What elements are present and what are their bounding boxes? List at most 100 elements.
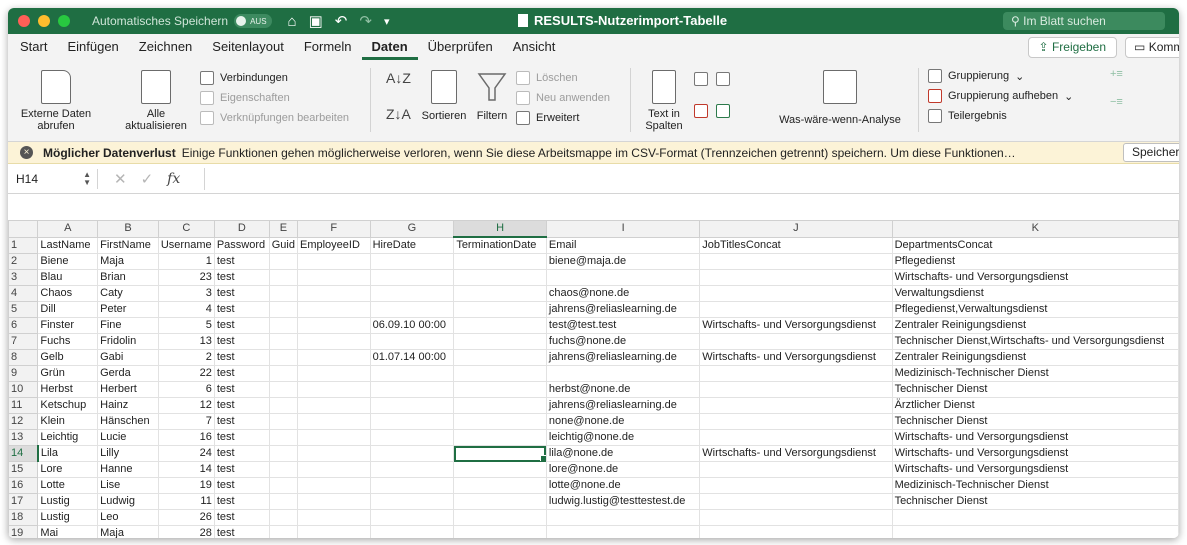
cell-f14[interactable] xyxy=(297,445,371,462)
cell-k1[interactable]: DepartmentsConcat xyxy=(891,236,1179,254)
cell-h1[interactable]: TerminationDate xyxy=(453,236,547,254)
cell-k2[interactable]: Pflegedienst xyxy=(891,253,1179,270)
cell-e17[interactable] xyxy=(268,493,299,510)
close-window-button[interactable] xyxy=(18,15,30,27)
cell-g12[interactable] xyxy=(369,413,455,430)
cell-table[interactable]: ABCDEFGHIJK 1 LastName FirstName Username Pa… xyxy=(8,220,1179,538)
cell-c7[interactable]: 13 xyxy=(157,333,215,350)
cell-e6[interactable] xyxy=(268,317,299,334)
row-header[interactable]: 16 xyxy=(8,477,39,494)
tab-zeichnen[interactable]: Zeichnen xyxy=(129,34,202,60)
edit-links-button[interactable]: Verknüpfungen bearbeiten xyxy=(200,108,349,128)
cell-d11[interactable]: test xyxy=(213,397,270,414)
cell-c15[interactable]: 14 xyxy=(157,461,215,478)
cell-d1[interactable]: Password xyxy=(213,236,270,254)
cell-j15[interactable] xyxy=(699,461,893,478)
clear-filter-button[interactable]: Löschen xyxy=(516,68,610,88)
cell-c2[interactable]: 1 xyxy=(157,253,215,270)
column-header-f[interactable]: F xyxy=(297,220,371,238)
cell-g18[interactable] xyxy=(369,509,455,526)
cell-h3[interactable] xyxy=(453,269,547,286)
cell-c17[interactable]: 11 xyxy=(157,493,215,510)
cell-k3[interactable]: Wirtschafts- und Versorgungsdienst xyxy=(891,269,1179,286)
cell-i18[interactable] xyxy=(545,509,701,526)
share-button[interactable]: ⇪ Freigeben xyxy=(1027,37,1117,58)
cell-a6[interactable]: Finster xyxy=(37,317,99,334)
cell-j17[interactable] xyxy=(699,493,893,510)
cell-a7[interactable]: Fuchs xyxy=(37,333,99,350)
minimize-window-button[interactable] xyxy=(38,15,50,27)
cell-j19[interactable] xyxy=(699,525,893,538)
refresh-all-group[interactable]: Alle aktualisieren xyxy=(120,64,192,132)
cell-i3[interactable] xyxy=(545,269,701,286)
cell-f17[interactable] xyxy=(297,493,371,510)
cell-k4[interactable]: Verwaltungsdienst xyxy=(891,285,1179,302)
subtotal-button[interactable]: Teilergebnis xyxy=(928,106,1073,126)
cell-a8[interactable]: Gelb xyxy=(37,349,99,366)
cell-b8[interactable]: Gabi xyxy=(97,349,159,366)
cell-g15[interactable] xyxy=(369,461,455,478)
cell-e9[interactable] xyxy=(268,365,299,382)
cell-e10[interactable] xyxy=(268,381,299,398)
cell-i16[interactable]: lotte@none.de xyxy=(545,477,701,494)
name-box[interactable]: H14 ▲ ▼ xyxy=(12,168,98,189)
ungroup-button[interactable]: Gruppierung aufheben ⌄ xyxy=(928,86,1073,106)
column-header-a[interactable]: A xyxy=(37,220,99,238)
cell-i8[interactable]: jahrens@reliaslearning.de xyxy=(545,349,701,366)
cell-c14[interactable]: 24 xyxy=(157,445,215,462)
cell-g2[interactable] xyxy=(369,253,455,270)
cell-c12[interactable]: 7 xyxy=(157,413,215,430)
cell-d14[interactable]: test xyxy=(213,445,270,462)
row-header[interactable]: 17 xyxy=(8,493,39,510)
column-header-e[interactable]: E xyxy=(268,220,299,238)
cell-d8[interactable]: test xyxy=(213,349,270,366)
zoom-window-button[interactable] xyxy=(58,15,70,27)
cell-f16[interactable] xyxy=(297,477,371,494)
what-if-analysis-button[interactable]: Was-wäre-wenn-Analyse xyxy=(770,64,910,126)
tab-seitenlayout[interactable]: Seitenlayout xyxy=(202,34,294,60)
cell-h6[interactable] xyxy=(453,317,547,334)
cancel-icon[interactable]: ✕ xyxy=(114,170,127,188)
cell-b17[interactable]: Ludwig xyxy=(97,493,159,510)
cell-i7[interactable]: fuchs@none.de xyxy=(545,333,701,350)
cell-j11[interactable] xyxy=(699,397,893,414)
column-header-h[interactable]: H xyxy=(453,220,547,238)
cell-g19[interactable] xyxy=(369,525,455,538)
cell-h17[interactable] xyxy=(453,493,547,510)
cell-k17[interactable]: Technischer Dienst xyxy=(891,493,1179,510)
cell-a13[interactable]: Leichtig xyxy=(37,429,99,446)
cell-g14[interactable] xyxy=(369,445,455,462)
cell-h2[interactable] xyxy=(453,253,547,270)
group-button[interactable]: Gruppierung ⌄ xyxy=(928,66,1073,86)
cell-d5[interactable]: test xyxy=(213,301,270,318)
cell-d18[interactable]: test xyxy=(213,509,270,526)
row-header[interactable]: 2 xyxy=(8,253,39,270)
cell-h18[interactable] xyxy=(453,509,547,526)
sort-za-button[interactable]: Z↓A xyxy=(386,106,411,122)
cell-a2[interactable]: Biene xyxy=(37,253,99,270)
cell-h12[interactable] xyxy=(453,413,547,430)
cell-a11[interactable]: Ketschup xyxy=(37,397,99,414)
cell-j18[interactable] xyxy=(699,509,893,526)
cell-b14[interactable]: Lilly xyxy=(97,445,159,462)
cell-j4[interactable] xyxy=(699,285,893,302)
cell-e16[interactable] xyxy=(268,477,299,494)
autosave-toggle[interactable]: AUS xyxy=(234,14,272,28)
home-icon[interactable]: ⌂ xyxy=(288,13,297,30)
cell-e11[interactable] xyxy=(268,397,299,414)
cell-e8[interactable] xyxy=(268,349,299,366)
save-icon[interactable]: ▣ xyxy=(309,12,323,30)
cell-b2[interactable]: Maja xyxy=(97,253,159,270)
cell-b9[interactable]: Gerda xyxy=(97,365,159,382)
row-header[interactable]: 8 xyxy=(8,349,39,366)
flash-fill-icon[interactable] xyxy=(694,72,708,86)
cell-j3[interactable] xyxy=(699,269,893,286)
cell-i4[interactable]: chaos@none.de xyxy=(545,285,701,302)
cell-h4[interactable] xyxy=(453,285,547,302)
cell-i12[interactable]: none@none.de xyxy=(545,413,701,430)
tab-daten[interactable]: Daten xyxy=(361,34,418,60)
cell-j1[interactable]: JobTitlesConcat xyxy=(699,236,893,254)
cell-f11[interactable] xyxy=(297,397,371,414)
worksheet-grid[interactable]: ABCDEFGHIJK 1 LastName FirstName Username Pa… xyxy=(8,220,1179,538)
column-header-i[interactable]: I xyxy=(545,220,701,238)
